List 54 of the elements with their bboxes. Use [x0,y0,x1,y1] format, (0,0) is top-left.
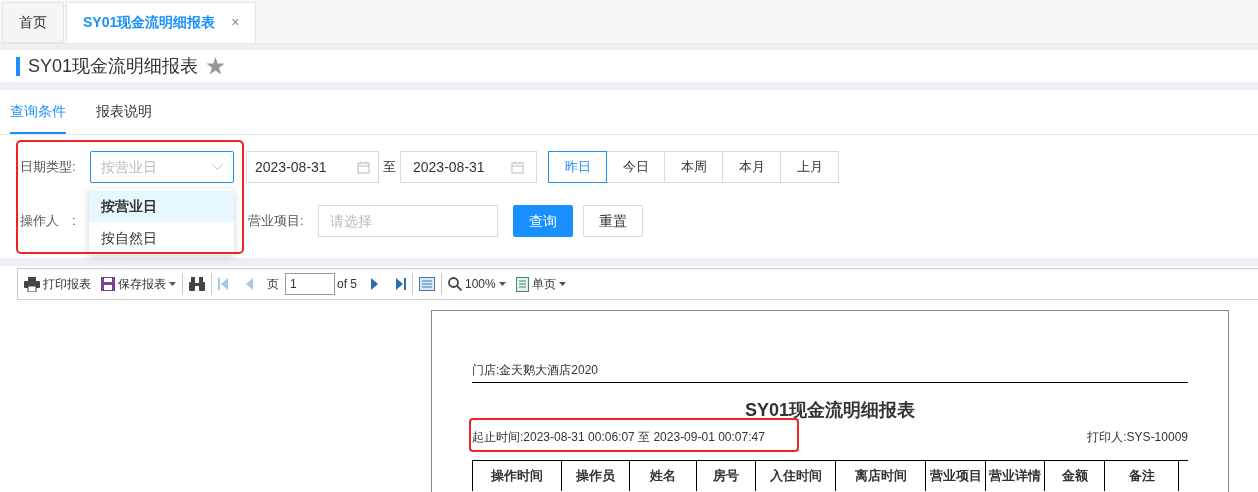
dropdown-option[interactable]: 按营业日 [89,190,234,222]
end-date-field[interactable]: 2023-08-31 [400,151,537,183]
field-label: 操作人 : [20,212,77,231]
printer-icon [24,276,40,292]
calendar-icon [357,160,370,174]
view-mode-dropdown[interactable]: 单页 [515,275,566,293]
page-icon [515,276,529,292]
calendar-icon [511,160,524,174]
column-header: 姓名 [630,461,697,491]
column-header: 营业详情 [986,461,1045,491]
document-view-icon[interactable] [419,277,435,291]
quick-date-button[interactable]: 上月 [780,151,839,183]
next-page-icon[interactable] [371,278,378,290]
page-count: of 5 [337,276,357,293]
column-header: 入住时间 [756,461,836,491]
search-icon [448,277,462,291]
page-tab[interactable]: 首页 [2,2,64,43]
caret-icon [498,282,506,286]
caret-icon [169,282,176,286]
time-range: 起止时间:2023-08-31 00:06:07 至 2023-09-01 00:07:47 [472,429,765,446]
range-separator: 至 [383,158,396,177]
report-title: SY01现金流明细报表 [743,399,916,422]
title-accent-bar [16,56,20,76]
column-header: 营业项目 [926,461,986,491]
chevron-down-icon [212,163,223,171]
filter-tab[interactable]: 报表说明 [96,90,152,134]
column-header: 操作员 [562,461,630,491]
page-tab[interactable]: SY01现金流明细报表 × [66,2,257,43]
binoculars-icon[interactable] [189,277,205,291]
start-date-field[interactable]: 2023-08-31 [246,151,379,183]
print-button[interactable]: 打印报表 [24,275,91,293]
quick-date-button[interactable]: 本周 [664,151,723,183]
column-header: 备注 [1105,461,1179,491]
column-header: 操作时间 [473,461,562,491]
save-button[interactable]: 保存报表 [101,275,176,293]
column-header: 离店时间 [836,461,926,491]
quick-date-button[interactable]: 今日 [606,151,665,183]
column-header: 房号 [697,461,756,491]
reset-button[interactable]: 重置 [583,205,643,237]
store-name: 门店:金天鹅大酒店2020 [472,361,1188,383]
column-header: 金额 [1045,461,1105,491]
quick-date-button[interactable]: 本月 [722,151,781,183]
zoom-dropdown[interactable]: 100% [448,275,506,293]
field-label: 日期类型: [20,158,77,177]
field-label: 营业项目: [248,212,305,231]
star-icon[interactable] [206,57,226,75]
close-icon[interactable]: × [231,12,240,33]
caret-icon [558,282,566,286]
last-page-icon[interactable] [396,278,406,290]
page-number-field[interactable]: 1 [285,273,335,295]
dropdown-option[interactable]: 按自然日 [89,222,234,254]
page-label: 页 [267,276,279,293]
page-title: SY01现金流明细报表 [28,54,199,78]
printer-name: 打印人:SYS-10009 [1087,429,1188,446]
